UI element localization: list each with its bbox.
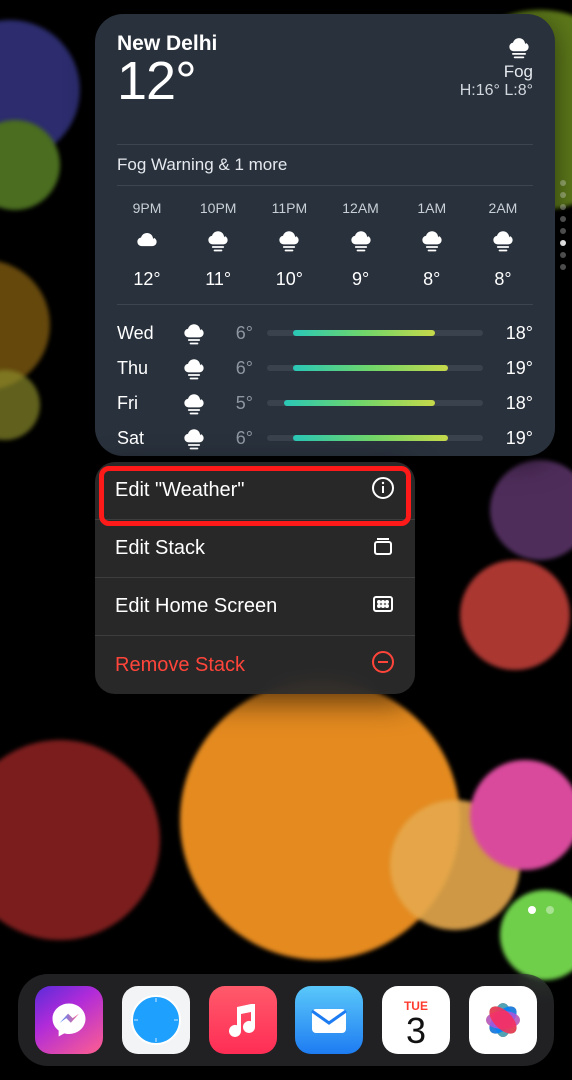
fog-icon [489, 226, 517, 259]
day-low: 6° [223, 358, 253, 379]
app-messenger[interactable] [35, 986, 103, 1054]
menu-item-grid[interactable]: Edit Home Screen [95, 578, 415, 636]
menu-item-label: Edit Stack [115, 537, 205, 560]
fog-icon [179, 354, 209, 382]
hour-temp: 10° [276, 269, 303, 290]
day-row: Thu 6° 19° [117, 354, 533, 382]
hour-time: 12AM [342, 200, 379, 216]
temp-range-bar [267, 365, 483, 371]
remove-icon [371, 650, 395, 680]
home-page-indicator[interactable] [528, 906, 554, 914]
grid-icon [371, 592, 395, 622]
stack-icon [371, 534, 395, 564]
day-row: Wed 6° 18° [117, 319, 533, 347]
hour-time: 1AM [417, 200, 446, 216]
hour-temp: 9° [352, 269, 369, 290]
day-name: Wed [117, 323, 165, 344]
menu-item-label: Remove Stack [115, 654, 245, 677]
day-row: Fri 5° 18° [117, 389, 533, 417]
day-low: 5° [223, 393, 253, 414]
temp-range-bar [267, 400, 483, 406]
calendar-day: 3 [406, 1013, 426, 1049]
hour-slot: 1AM 8° [402, 200, 462, 290]
hour-time: 11PM [272, 200, 308, 216]
fog-icon [275, 226, 303, 259]
hour-time: 2AM [489, 200, 518, 216]
hour-slot: 2AM 8° [473, 200, 533, 290]
fog-icon [460, 32, 533, 60]
stack-page-indicator [560, 180, 566, 270]
day-row: Sat 6° 19° [117, 424, 533, 452]
cloud-icon [133, 226, 161, 259]
hour-slot: 12AM 9° [331, 200, 391, 290]
hour-slot: 9PM 12° [117, 200, 177, 290]
day-high: 19° [497, 428, 533, 449]
hour-temp: 8° [423, 269, 440, 290]
menu-item-info[interactable]: Edit "Weather" [95, 462, 415, 520]
day-name: Fri [117, 393, 165, 414]
hour-temp: 12° [133, 269, 160, 290]
hourly-forecast[interactable]: 9PM 12° 10PM 11° 11PM 10° 12AM 9° 1AM 8° 2AM 8° [117, 186, 533, 305]
hour-temp: 11° [205, 269, 231, 290]
fog-icon [179, 424, 209, 452]
temp-range-bar [267, 330, 483, 336]
menu-item-stack[interactable]: Edit Stack [95, 520, 415, 578]
hour-slot: 11PM 10° [259, 200, 319, 290]
hour-time: 9PM [133, 200, 162, 216]
hour-temp: 8° [494, 269, 511, 290]
fog-icon [347, 226, 375, 259]
app-safari[interactable] [122, 986, 190, 1054]
temp-range-bar [267, 435, 483, 441]
widget-context-menu: Edit "Weather" Edit Stack Edit Home Screen… [95, 462, 415, 694]
app-music[interactable] [209, 986, 277, 1054]
day-name: Sat [117, 428, 165, 449]
app-calendar[interactable]: TUE 3 [382, 986, 450, 1054]
fog-icon [179, 319, 209, 347]
weather-condition: Fog [460, 62, 533, 82]
fog-icon [179, 389, 209, 417]
fog-icon [418, 226, 446, 259]
hour-slot: 10PM 11° [188, 200, 248, 290]
day-low: 6° [223, 428, 253, 449]
weather-widget[interactable]: New Delhi 12° Fog H:16° L:8° Fog Warning… [95, 14, 555, 456]
weather-alert[interactable]: Fog Warning & 1 more [117, 144, 533, 186]
day-high: 18° [497, 393, 533, 414]
info-icon [371, 476, 395, 506]
menu-item-remove[interactable]: Remove Stack [95, 636, 415, 694]
menu-item-label: Edit "Weather" [115, 479, 244, 502]
app-photos[interactable] [469, 986, 537, 1054]
app-mail[interactable] [295, 986, 363, 1054]
weather-hi-lo: H:16° L:8° [460, 82, 533, 100]
day-low: 6° [223, 323, 253, 344]
dock: TUE 3 [18, 974, 554, 1066]
day-name: Thu [117, 358, 165, 379]
daily-forecast[interactable]: Wed 6° 18° Thu 6° 19° Fri 5° 18° Sat 6° 19° [117, 305, 533, 452]
day-high: 19° [497, 358, 533, 379]
hour-time: 10PM [200, 200, 237, 216]
weather-current-temp: 12° [117, 54, 217, 108]
menu-item-label: Edit Home Screen [115, 595, 277, 618]
day-high: 18° [497, 323, 533, 344]
fog-icon [204, 226, 232, 259]
